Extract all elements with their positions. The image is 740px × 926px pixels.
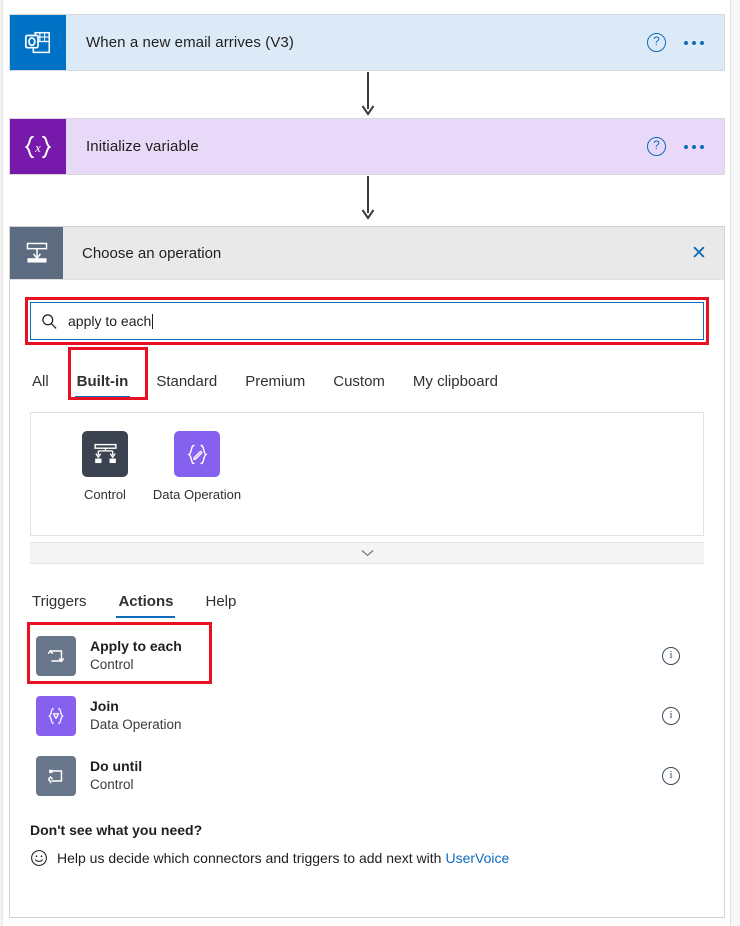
action-title: Apply to each (90, 637, 662, 657)
info-icon[interactable]: i (662, 647, 680, 665)
choose-operation-panel: Choose an operation ✕ apply to each All (9, 226, 725, 918)
canvas-left-edge (0, 0, 3, 926)
search-input-value: apply to each (68, 313, 151, 329)
chevron-down-icon (361, 549, 374, 557)
list-item[interactable]: Join Data Operation i (30, 686, 704, 746)
flow-connector-arrow (360, 72, 376, 118)
footer-title: Don't see what you need? (30, 822, 704, 838)
tab-label: My clipboard (413, 373, 498, 390)
tab-label: Custom (333, 373, 385, 390)
list-item[interactable]: Apply to each Control i (30, 626, 704, 686)
connector-tile-label: Control (84, 486, 126, 504)
tab-triggers[interactable]: Triggers (30, 589, 102, 620)
action-result-list: Apply to each Control i Join Data Operat… (30, 626, 704, 806)
action-subtitle: Control (90, 776, 662, 795)
tab-label: Triggers (32, 593, 86, 610)
more-commands-icon[interactable] (682, 141, 706, 153)
tab-label: Help (205, 593, 236, 610)
smiley-icon (30, 849, 48, 867)
tab-label: Standard (156, 373, 217, 390)
action-subtitle: Data Operation (90, 716, 662, 735)
tab-underline (75, 396, 131, 399)
uservoice-link[interactable]: UserVoice (445, 850, 509, 866)
tab-label: Actions (118, 593, 173, 610)
close-icon[interactable]: ✕ (674, 227, 724, 279)
tab-built-in[interactable]: Built-in (63, 369, 143, 400)
text-cursor (152, 314, 153, 329)
search-icon (41, 313, 58, 330)
tab-my-clipboard[interactable]: My clipboard (399, 369, 512, 400)
search-field-wrapper: apply to each (30, 302, 704, 340)
tab-actions[interactable]: Actions (102, 589, 189, 620)
canvas-right-edge (730, 0, 740, 926)
connector-tile-control[interactable]: Control (59, 431, 151, 504)
outlook-icon (10, 15, 66, 70)
tab-label: Built-in (77, 373, 129, 390)
data-operation-icon (174, 431, 220, 477)
connector-tile-label: Data Operation (153, 486, 241, 504)
tab-custom[interactable]: Custom (319, 369, 399, 400)
list-item-text: Do until Control (76, 757, 662, 795)
control-flow-icon (82, 431, 128, 477)
picker-title: Choose an operation (63, 227, 674, 279)
search-input[interactable]: apply to each (30, 302, 704, 340)
info-icon[interactable]: i (662, 707, 680, 725)
tab-all[interactable]: All (30, 369, 63, 400)
help-icon[interactable]: ? (647, 137, 666, 156)
category-tab-bar: All Built-in Standard Premium Custom My … (30, 360, 704, 400)
svg-text:x: x (34, 141, 41, 155)
tab-label: Premium (245, 373, 305, 390)
list-item-text: Join Data Operation (76, 697, 662, 735)
list-item-text: Apply to each Control (76, 637, 662, 675)
loop-foreach-icon (36, 636, 76, 676)
info-icon[interactable]: i (662, 767, 680, 785)
tab-standard[interactable]: Standard (142, 369, 231, 400)
flow-step-title: Initialize variable (66, 119, 647, 174)
action-subtitle: Control (90, 656, 662, 675)
flow-designer-canvas: When a new email arrives (V3) ? x Initia… (0, 0, 740, 926)
more-commands-icon[interactable] (682, 37, 706, 49)
expand-tiles-button[interactable] (30, 542, 704, 564)
flow-step-actions: ? (647, 119, 724, 174)
action-title: Do until (90, 757, 662, 777)
flow-step-initialize-variable[interactable]: x Initialize variable ? (9, 118, 725, 175)
tab-label: All (32, 373, 49, 390)
footer-text: Help us decide which connectors and trig… (57, 850, 441, 866)
tab-help[interactable]: Help (189, 589, 252, 620)
variable-braces-icon: x (10, 119, 66, 174)
operation-type-tab-bar: Triggers Actions Help (30, 582, 704, 620)
join-braces-icon (36, 696, 76, 736)
flow-connector-arrow (360, 176, 376, 222)
connector-tile-data-operation[interactable]: Data Operation (151, 431, 243, 504)
connector-tile-grid: Control Data Operation (30, 412, 704, 536)
picker-footer: Don't see what you need? Help us decide … (30, 822, 704, 867)
flow-step-title: When a new email arrives (V3) (66, 15, 647, 70)
tab-underline (116, 616, 175, 619)
collect-merge-icon (10, 227, 63, 279)
picker-header: Choose an operation ✕ (10, 227, 724, 280)
footer-feedback-line: Help us decide which connectors and trig… (30, 849, 704, 867)
action-title: Join (90, 697, 662, 717)
do-until-icon (36, 756, 76, 796)
flow-step-trigger[interactable]: When a new email arrives (V3) ? (9, 14, 725, 71)
tab-premium[interactable]: Premium (231, 369, 319, 400)
flow-step-actions: ? (647, 15, 724, 70)
help-icon[interactable]: ? (647, 33, 666, 52)
list-item[interactable]: Do until Control i (30, 746, 704, 806)
